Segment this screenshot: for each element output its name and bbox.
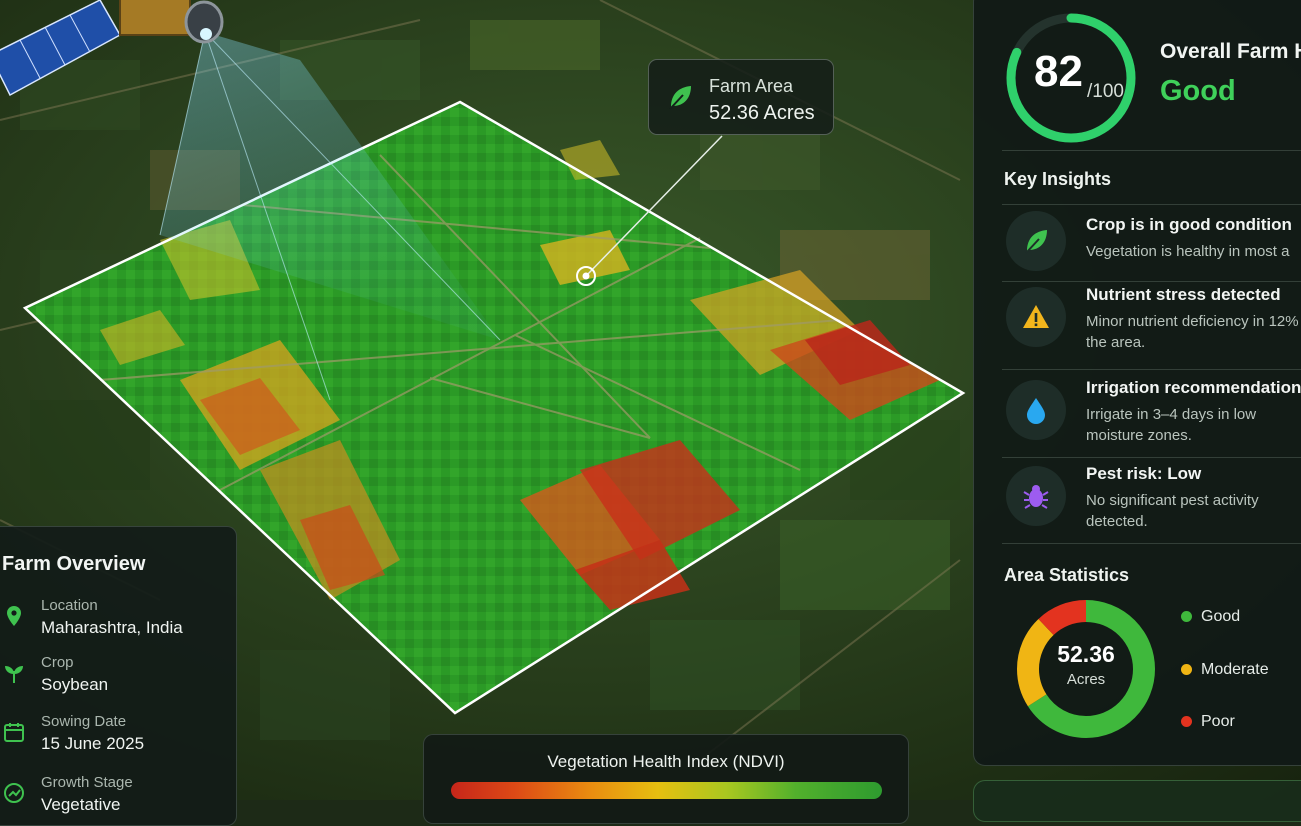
calendar-icon bbox=[4, 723, 24, 742]
insight-title: Nutrient stress detected bbox=[1086, 285, 1281, 304]
area-statistics-donut bbox=[1017, 600, 1155, 738]
insight-description: Irrigate in 3–4 days in low moisture zon… bbox=[1086, 406, 1257, 444]
leaf-icon bbox=[669, 86, 691, 110]
overview-sowing-date: Sowing Date 15 June 2025 bbox=[0, 713, 229, 763]
leaf-icon bbox=[1025, 230, 1047, 254]
insight-title: Irrigation recommendation bbox=[1086, 378, 1301, 397]
key-insights-title: Key Insights bbox=[1004, 169, 1112, 189]
plant-icon bbox=[5, 666, 23, 683]
legend-poor: Poor bbox=[1181, 713, 1235, 731]
insight-title: Pest risk: Low bbox=[1086, 464, 1202, 483]
divider bbox=[1002, 543, 1301, 544]
health-title: Overall Farm H bbox=[1160, 40, 1301, 63]
legend-good: Good bbox=[1181, 608, 1240, 626]
insight-pest-risk[interactable]: Pest risk: Low No significant pest activ… bbox=[1002, 452, 1301, 540]
area-statistics-title: Area Statistics bbox=[1004, 565, 1130, 585]
insight-title: Crop is in good condition bbox=[1086, 215, 1292, 234]
health-score-denominator: /100 bbox=[1087, 81, 1124, 102]
insight-description: Minor nutrient deficiency in 12% of the … bbox=[1086, 313, 1301, 351]
insight-description: Vegetation is healthy in most a bbox=[1086, 243, 1290, 260]
legend-moderate: Moderate bbox=[1181, 661, 1269, 679]
location-pin-icon bbox=[7, 606, 21, 626]
overview-growth-stage: Growth Stage Vegetative bbox=[0, 774, 229, 824]
bug-icon bbox=[1023, 485, 1049, 509]
health-status: Good bbox=[1160, 75, 1236, 107]
farm-area-callout: Farm Area 52.36 Acres bbox=[648, 59, 834, 135]
warning-icon bbox=[1023, 305, 1049, 328]
farm-area-label: Farm Area bbox=[709, 76, 794, 96]
farm-overview-panel: Farm Overview Location Maharashtra, Indi… bbox=[0, 526, 237, 826]
health-score-value: 82 bbox=[1034, 47, 1083, 96]
secondary-panel bbox=[973, 780, 1301, 822]
insight-nutrient-stress[interactable]: Nutrient stress detected Minor nutrient … bbox=[1002, 273, 1301, 361]
insight-irrigation[interactable]: Irrigation recommendation Irrigate in 3–… bbox=[1002, 366, 1301, 454]
ndvi-title: Vegetation Health Index (NDVI) bbox=[547, 752, 785, 771]
divider bbox=[1002, 150, 1301, 151]
ndvi-color-scale bbox=[451, 782, 882, 799]
growth-icon bbox=[4, 783, 24, 803]
area-total-value: 52.36 bbox=[1057, 641, 1115, 667]
farm-health-panel: 82 /100 Overall Farm H Good Key Insights… bbox=[973, 0, 1301, 766]
overview-crop: Crop Soybean bbox=[0, 654, 229, 704]
overview-location: Location Maharashtra, India bbox=[0, 597, 229, 647]
farm-area-value: 52.36 Acres bbox=[709, 102, 815, 124]
farm-overview-title: Farm Overview bbox=[2, 553, 146, 575]
insight-description: No significant pest activity detected. bbox=[1086, 492, 1259, 530]
ndvi-legend: Vegetation Health Index (NDVI) bbox=[423, 734, 909, 824]
water-drop-icon bbox=[1027, 398, 1045, 424]
area-total-unit: Acres bbox=[1066, 671, 1106, 688]
